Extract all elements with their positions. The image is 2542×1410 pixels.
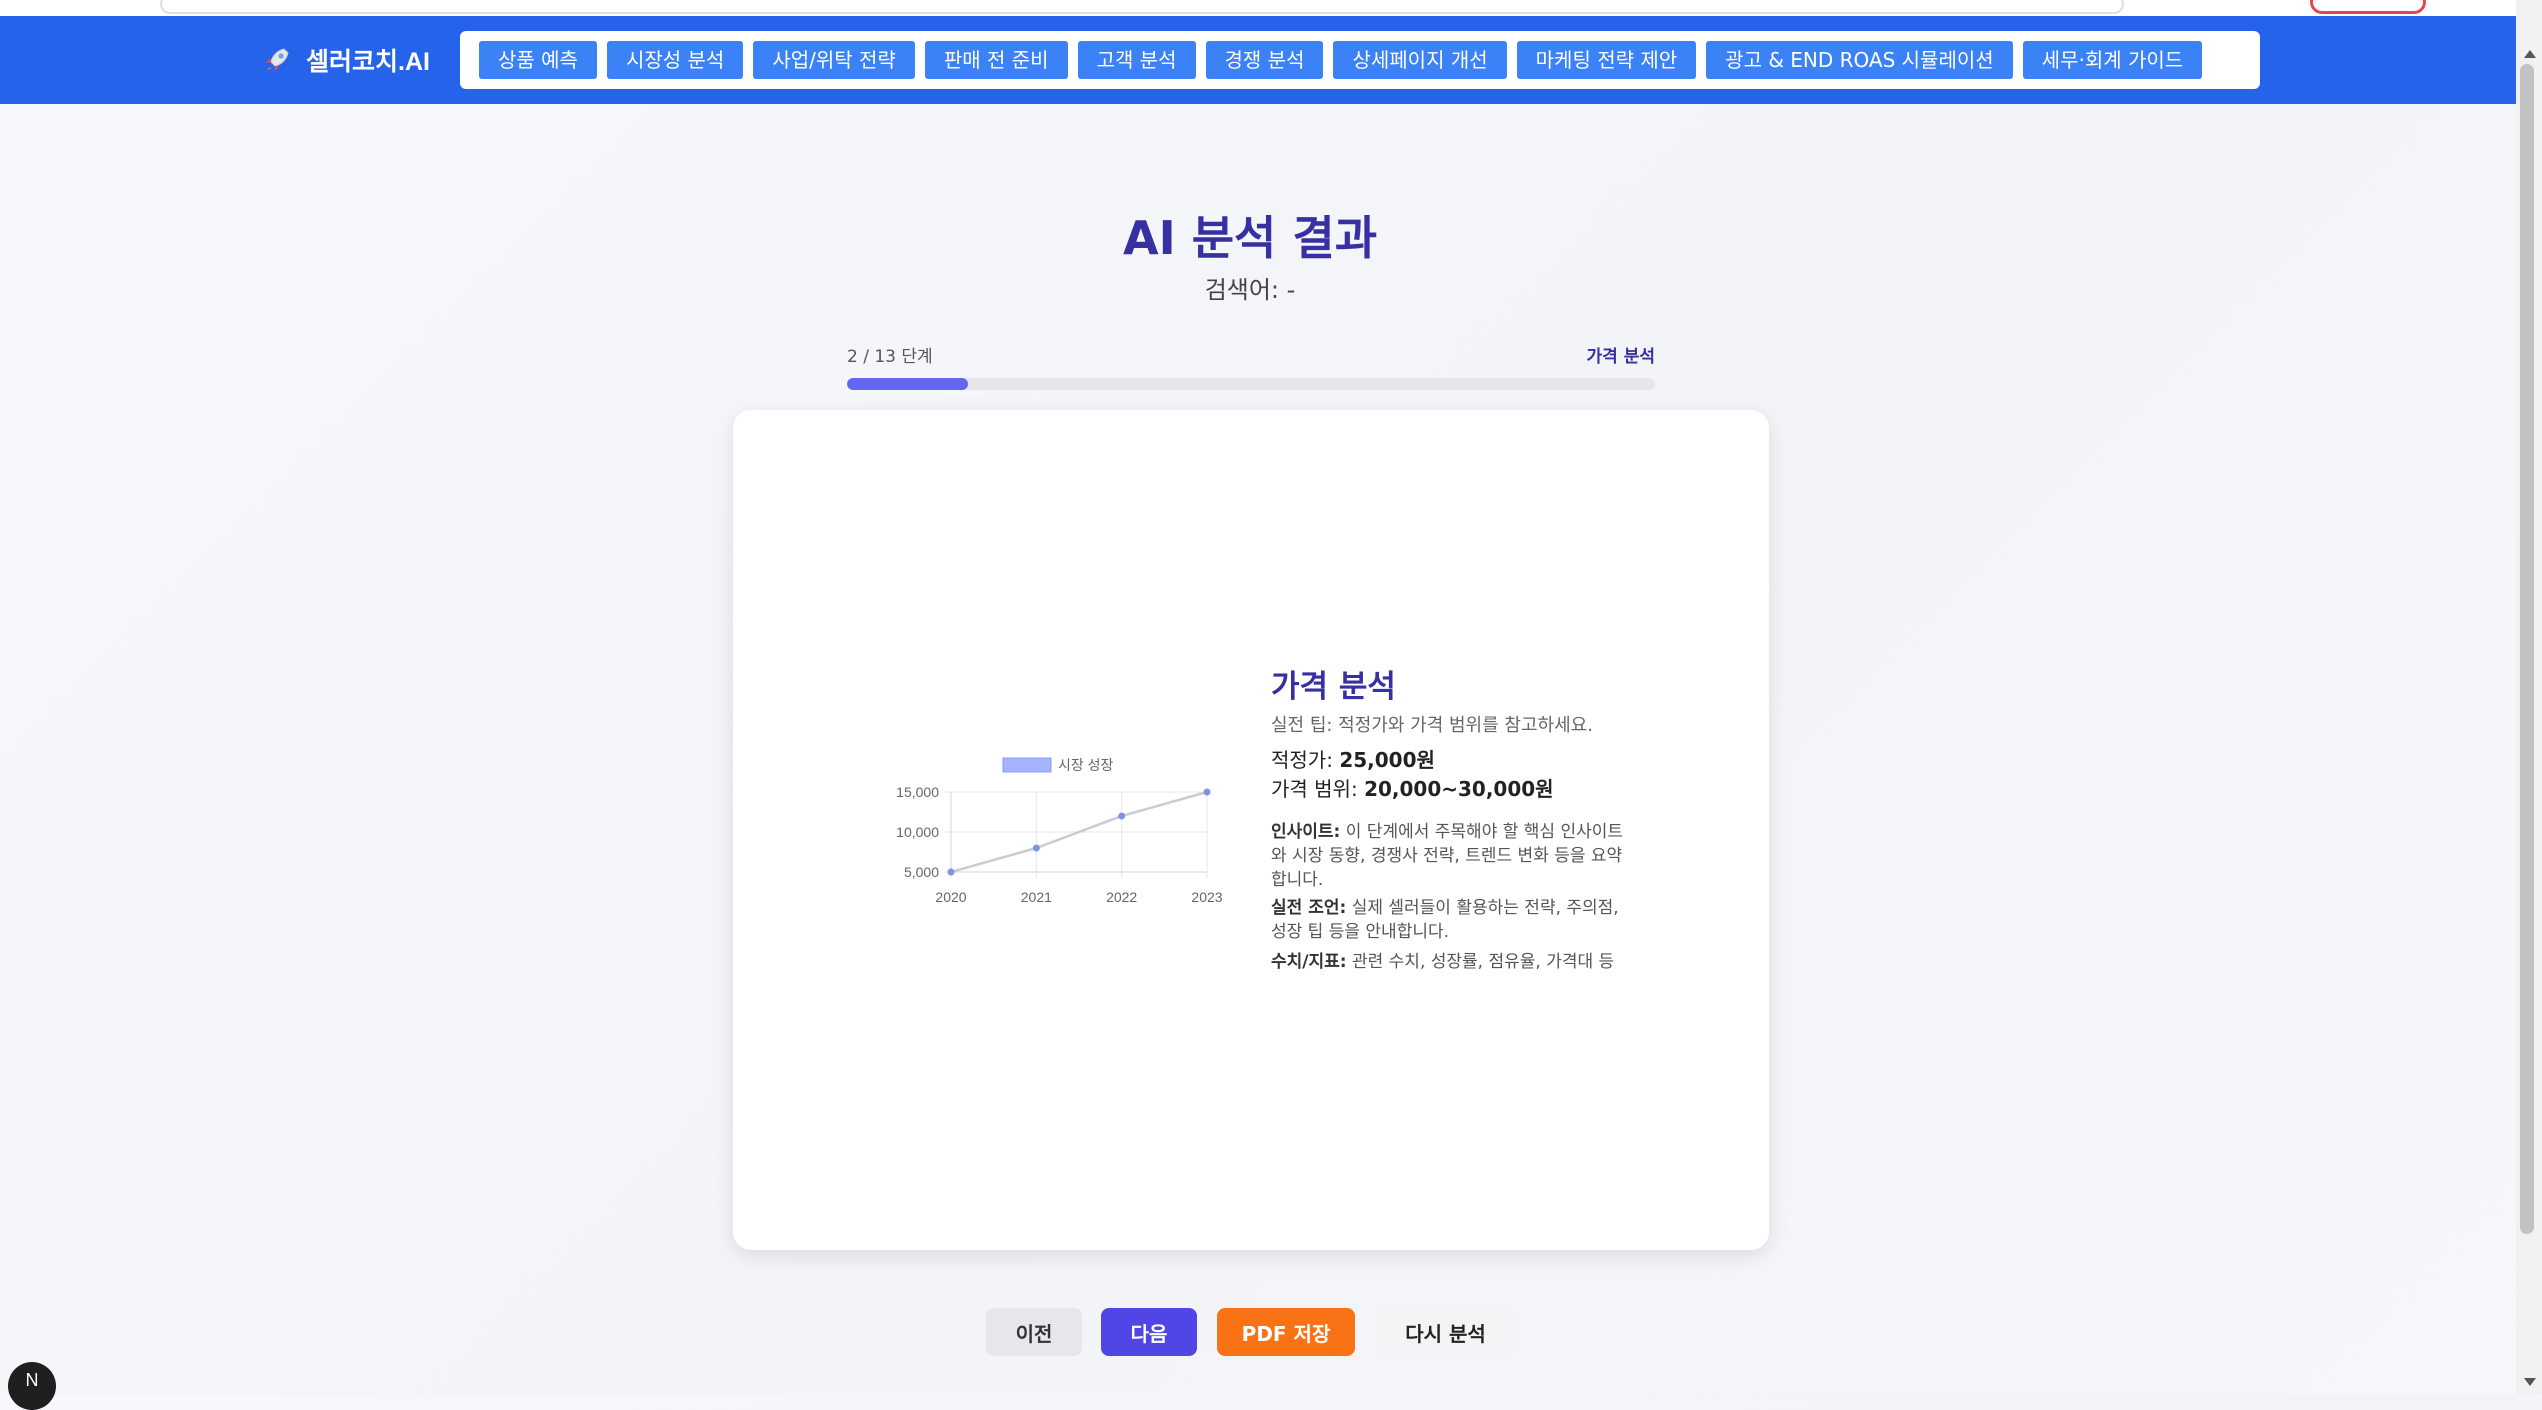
result-title: 가격 분석 bbox=[1271, 669, 1396, 705]
advice-text: 실전 조언: 실제 셀러들이 활용하는 전략, 주의점, 성장 팁 등을 안내합… bbox=[1271, 896, 1631, 944]
brand-name: 셀러코치.AI bbox=[306, 48, 430, 76]
reanalyze-button[interactable]: 다시 분석 bbox=[1375, 1308, 1516, 1356]
x-tick-label: 2022 bbox=[1106, 889, 1137, 905]
brand-logo[interactable]: 셀러코치.AI bbox=[262, 40, 430, 80]
price-range-label: 가격 범위: bbox=[1271, 777, 1358, 801]
market-growth-chart: 시장 성장 15,000 10,000 5,000 2020 2021 2022 2023 bbox=[896, 757, 1223, 905]
nav-item-market-analysis[interactable]: 시장성 분석 bbox=[606, 41, 744, 79]
page-title: AI 분석 결과 bbox=[1122, 211, 1378, 265]
y-tick-label: 10,000 bbox=[896, 824, 939, 840]
search-keyword: 검색어: - bbox=[1204, 276, 1296, 304]
result-tip: 실전 팁: 적정가와 가격 범위를 참고하세요. bbox=[1271, 715, 1593, 736]
nav-item-product-forecast[interactable]: 상품 예측 bbox=[479, 41, 597, 79]
data-point bbox=[1203, 788, 1211, 796]
insight-text: 인사이트: 이 단계에서 주목해야 할 핵심 인사이트와 시장 동향, 경쟁사 … bbox=[1271, 820, 1631, 892]
price-range: 가격 범위: 20,000~30,000원 bbox=[1271, 773, 1554, 802]
insight-label: 인사이트: bbox=[1271, 822, 1341, 842]
nav-item-detail-page[interactable]: 상세페이지 개선 bbox=[1333, 41, 1507, 79]
data-point bbox=[1118, 812, 1126, 820]
fair-price: 적정가: 25,000원 bbox=[1271, 744, 1435, 773]
y-tick-label: 5,000 bbox=[904, 864, 939, 880]
nav-item-ad-roas[interactable]: 광고 & END ROAS 시뮬레이션 bbox=[1706, 41, 2013, 79]
profile-pill[interactable] bbox=[2310, 0, 2426, 14]
scroll-up-arrow-icon[interactable] bbox=[2524, 50, 2536, 58]
rocket-icon bbox=[266, 48, 289, 71]
prev-button[interactable]: 이전 bbox=[986, 1308, 1082, 1356]
price-range-value: 20,000~30,000원 bbox=[1364, 777, 1554, 801]
data-point bbox=[1032, 844, 1040, 852]
y-tick-label: 15,000 bbox=[896, 784, 939, 800]
floating-dev-button[interactable]: N bbox=[8, 1362, 56, 1410]
metrics-text: 수치/지표: 관련 수치, 성장률, 점유율, 가격대 등 bbox=[1271, 950, 1631, 974]
legend-label: 시장 성장 bbox=[1058, 757, 1114, 773]
legend-swatch bbox=[1002, 757, 1052, 773]
fair-price-value: 25,000원 bbox=[1339, 748, 1435, 772]
nav-item-marketing[interactable]: 마케팅 전략 제안 bbox=[1516, 41, 1697, 79]
next-button[interactable]: 다음 bbox=[1101, 1308, 1197, 1356]
pdf-save-button[interactable]: PDF 저장 bbox=[1217, 1308, 1355, 1356]
nav-menu: 상품 예측 시장성 분석 사업/위탁 전략 판매 전 준비 고객 분석 경쟁 분… bbox=[460, 31, 2260, 89]
data-point bbox=[947, 868, 955, 876]
scroll-down-arrow-icon[interactable] bbox=[2524, 1378, 2536, 1386]
metrics-label: 수치/지표: bbox=[1271, 952, 1347, 972]
x-tick-label: 2020 bbox=[935, 889, 966, 905]
fair-price-label: 적정가: bbox=[1271, 748, 1333, 772]
advice-label: 실전 조언: bbox=[1271, 898, 1347, 918]
metrics-body: 관련 수치, 성장률, 점유율, 가격대 등 bbox=[1351, 952, 1615, 972]
stage-name: 가격 분석 bbox=[1586, 346, 1655, 367]
browser-top-strip bbox=[0, 0, 2542, 16]
nav-item-tax-guide[interactable]: 세무·회계 가이드 bbox=[2022, 41, 2203, 79]
x-tick-label: 2021 bbox=[1021, 889, 1052, 905]
scrollbar-thumb[interactable] bbox=[2520, 64, 2534, 1234]
x-tick-label: 2023 bbox=[1191, 889, 1222, 905]
